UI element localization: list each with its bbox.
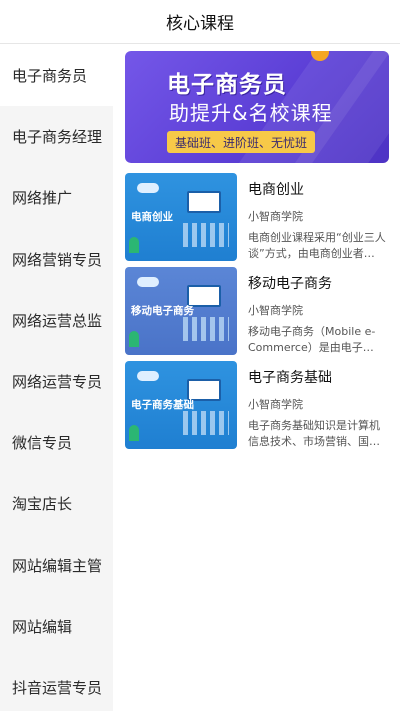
category-sidebar: 电子商务员 电子商务经理 网络推广 网络营销专员 网络运营总监 网络运营专员 微… — [0, 45, 113, 711]
sidebar-item-web-editor-lead[interactable]: 网站编辑主管 — [0, 535, 113, 596]
sidebar-item-taobao-manager[interactable]: 淘宝店长 — [0, 473, 113, 534]
sidebar-item-web-editor[interactable]: 网站编辑 — [0, 596, 113, 657]
sidebar-item-label: 网络运营专员 — [12, 373, 103, 392]
course-card[interactable]: 电子商务基础 电子商务基础 小智商学院 电子商务基础知识是计算机信息技术、市场营… — [125, 361, 389, 451]
promo-banner[interactable]: 电子商务员 助提升&名校课程 基础班、进阶班、无忧班 — [125, 51, 389, 163]
course-panel: 电子商务员 助提升&名校课程 基础班、进阶班、无忧班 电商创业 电商创业 小智商… — [113, 45, 400, 711]
plant-icon — [129, 425, 139, 441]
classroom-seats-icon — [183, 411, 229, 435]
sidebar-item-label: 网络运营总监 — [12, 311, 103, 330]
sidebar-item-ecommerce-manager[interactable]: 电子商务经理 — [0, 106, 113, 167]
sidebar-item-online-marketing-specialist[interactable]: 网络营销专员 — [0, 229, 113, 290]
banner-title: 电子商务员 — [167, 72, 287, 98]
thumbnail-label: 电子商务基础 — [131, 399, 194, 411]
sidebar-item-label: 抖音运营专员 — [12, 678, 103, 697]
plant-icon — [129, 237, 139, 253]
cloud-icon — [137, 371, 159, 381]
course-info: 电子商务基础 小智商学院 电子商务基础知识是计算机信息技术、市场营销、国… — [248, 361, 389, 450]
sidebar-item-label: 网络推广 — [12, 189, 73, 208]
sidebar-item-label: 电子商务员 — [12, 67, 88, 86]
sidebar-item-operations-specialist[interactable]: 网络运营专员 — [0, 351, 113, 412]
course-source: 小智商学院 — [248, 210, 303, 223]
sidebar-item-label: 电子商务经理 — [12, 128, 103, 147]
whiteboard-icon — [187, 191, 221, 213]
sidebar-item-label: 网络营销专员 — [12, 250, 103, 269]
course-info: 电商创业 小智商学院 电商创业课程采用“创业三人谈”方式，由电商创业者… — [248, 173, 389, 262]
course-title: 电子商务基础 — [248, 370, 332, 386]
sidebar-item-label: 网站编辑 — [12, 617, 73, 636]
course-thumbnail: 移动电子商务 — [125, 267, 237, 355]
thumbnail-label: 移动电子商务 — [131, 305, 194, 317]
classroom-seats-icon — [183, 317, 229, 341]
course-source: 小智商学院 — [248, 304, 303, 317]
course-thumbnail: 电子商务基础 — [125, 361, 237, 449]
page-title: 核心课程 — [166, 14, 234, 34]
top-bar: 核心课程 — [0, 0, 400, 44]
cloud-icon — [137, 183, 159, 193]
course-thumbnail: 电商创业 — [125, 173, 237, 261]
banner-subtitle: 助提升&名校课程 — [169, 101, 333, 125]
cloud-icon — [137, 277, 159, 287]
course-card[interactable]: 移动电子商务 移动电子商务 小智商学院 移动电子商务（Mobile e-Comm… — [125, 267, 389, 357]
plant-icon — [129, 331, 139, 347]
course-title: 电商创业 — [248, 182, 304, 198]
course-info: 移动电子商务 小智商学院 移动电子商务（Mobile e-Commerce）是由… — [248, 267, 389, 356]
sidebar-item-online-promotion[interactable]: 网络推广 — [0, 167, 113, 228]
course-card[interactable]: 电商创业 电商创业 小智商学院 电商创业课程采用“创业三人谈”方式，由电商创业者… — [125, 173, 389, 263]
course-title: 移动电子商务 — [248, 276, 332, 292]
sidebar-item-ecommerce-clerk[interactable]: 电子商务员 — [0, 45, 113, 107]
course-description: 电子商务基础知识是计算机信息技术、市场营销、国… — [248, 419, 380, 448]
sidebar-item-label: 网站编辑主管 — [12, 556, 103, 575]
course-description: 电商创业课程采用“创业三人谈”方式，由电商创业者… — [248, 231, 386, 260]
thumbnail-label: 电商创业 — [131, 211, 173, 223]
sidebar-item-label: 淘宝店长 — [12, 495, 73, 514]
course-description: 移动电子商务（Mobile e-Commerce）是由电子… — [248, 325, 376, 354]
classroom-seats-icon — [183, 223, 229, 247]
course-source: 小智商学院 — [248, 398, 303, 411]
sidebar-item-operations-director[interactable]: 网络运营总监 — [0, 290, 113, 351]
sidebar-item-douyin-specialist[interactable]: 抖音运营专员 — [0, 657, 113, 711]
banner-tags: 基础班、进阶班、无忧班 — [167, 131, 316, 153]
sidebar-item-wechat-specialist[interactable]: 微信专员 — [0, 412, 113, 473]
sidebar-item-label: 微信专员 — [12, 434, 73, 453]
